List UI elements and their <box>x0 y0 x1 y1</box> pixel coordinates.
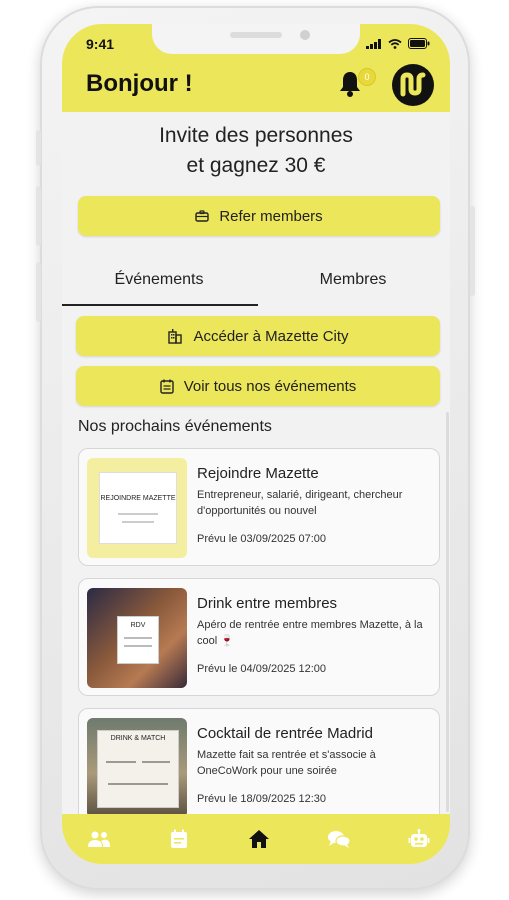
phone-side-button <box>36 186 41 246</box>
thumbnail-poster: DRINK & MATCH <box>97 730 179 808</box>
tab-membres[interactable]: Membres <box>256 260 450 306</box>
logo-mark-icon <box>400 72 426 97</box>
event-card[interactable]: DRINK & MATCH Cocktail de rentrée Madrid… <box>78 708 440 826</box>
app-header: 9:41 Bonjour ! 0 <box>62 24 450 112</box>
phone-side-button <box>36 262 41 322</box>
home-icon <box>249 830 269 848</box>
nav-bot[interactable] <box>404 826 434 852</box>
nav-home[interactable] <box>244 826 274 852</box>
tab-evenements[interactable]: Événements <box>62 260 256 306</box>
app-screen: 9:41 Bonjour ! 0 Invite des personnes et… <box>62 24 450 864</box>
event-card[interactable]: RDV Drink entre membres Apéro de rentrée… <box>78 578 440 696</box>
event-title: Cocktail de rentrée Madrid <box>197 725 373 742</box>
poster-line <box>124 645 152 647</box>
thumbnail-text: RDV <box>130 622 146 629</box>
event-thumbnail: REJOINDRE MAZETTE <box>87 458 187 558</box>
briefcase-icon <box>195 210 210 222</box>
event-description: Entrepreneur, salarié, dirigeant, cherch… <box>197 489 403 517</box>
mazette-logo[interactable] <box>392 64 434 106</box>
bottom-nav <box>62 814 450 864</box>
signal-icon <box>366 38 381 49</box>
calendar-list-icon <box>159 379 174 394</box>
event-card[interactable]: REJOINDRE MAZETTE Rejoindre Mazette Entr… <box>78 448 440 566</box>
poster-line <box>124 637 152 639</box>
invite-line-1: Invite des personnes <box>159 124 353 147</box>
all-events-label: Voir tous nos événements <box>183 377 357 395</box>
poster-line <box>106 761 136 763</box>
nav-chat[interactable] <box>324 826 354 852</box>
event-title: Drink entre membres <box>197 595 338 612</box>
thumbnail-text: REJOINDRE MAZETTE <box>100 495 176 502</box>
mazette-city-button[interactable]: Accéder à Mazette City <box>76 316 440 356</box>
speaker-grille <box>230 32 282 38</box>
thumbnail-poster: REJOINDRE MAZETTE <box>99 472 177 544</box>
mazette-city-label: Accéder à Mazette City <box>193 327 349 345</box>
event-title: Rejoindre Mazette <box>197 465 319 482</box>
wifi-icon <box>388 38 402 49</box>
poster-line <box>142 761 170 763</box>
event-description: Apéro de rentrée entre membres Mazette, … <box>197 619 423 647</box>
battery-icon <box>408 38 430 49</box>
nav-calendar[interactable] <box>164 826 194 852</box>
calendar-icon <box>171 829 187 848</box>
invite-line-2: et gagnez 30 € <box>186 154 326 177</box>
front-camera <box>300 30 310 40</box>
phone-side-button <box>36 130 41 166</box>
event-thumbnail: DRINK & MATCH <box>87 718 187 818</box>
phone-notch <box>152 24 360 54</box>
tab-bar: Événements Membres <box>62 260 450 306</box>
status-time: 9:41 <box>86 36 115 52</box>
chat-icon <box>328 831 351 848</box>
refer-members-label: Refer members <box>219 207 323 225</box>
greeting-title: Bonjour ! <box>86 70 193 97</box>
thumbnail-poster: RDV <box>117 616 159 664</box>
event-thumbnail: RDV <box>87 588 187 688</box>
members-icon <box>88 831 110 847</box>
active-tab-indicator <box>62 304 258 306</box>
upcoming-events-title: Nos prochains événements <box>78 418 272 435</box>
phone-side-button <box>470 206 475 296</box>
main-content: Invite des personnes et gagnez 30 € Refe… <box>62 112 450 826</box>
status-icons <box>366 38 430 49</box>
refer-members-button[interactable]: Refer members <box>78 196 440 236</box>
building-icon <box>168 329 183 344</box>
event-description: Mazette fait sa rentrée et s'associe à O… <box>197 749 376 777</box>
event-date: Prévu le 04/09/2025 12:00 <box>197 663 327 675</box>
poster-line <box>122 521 154 523</box>
scrollbar[interactable] <box>446 412 449 812</box>
poster-line <box>118 513 158 515</box>
event-date: Prévu le 03/09/2025 07:00 <box>197 533 327 545</box>
thumbnail-text: DRINK & MATCH <box>110 735 166 742</box>
nav-members[interactable] <box>84 826 114 852</box>
all-events-button[interactable]: Voir tous nos événements <box>76 366 440 406</box>
bot-icon <box>408 829 430 847</box>
event-date: Prévu le 18/09/2025 12:30 <box>197 793 327 805</box>
notification-badge: 0 <box>358 68 376 86</box>
poster-line <box>108 783 168 785</box>
